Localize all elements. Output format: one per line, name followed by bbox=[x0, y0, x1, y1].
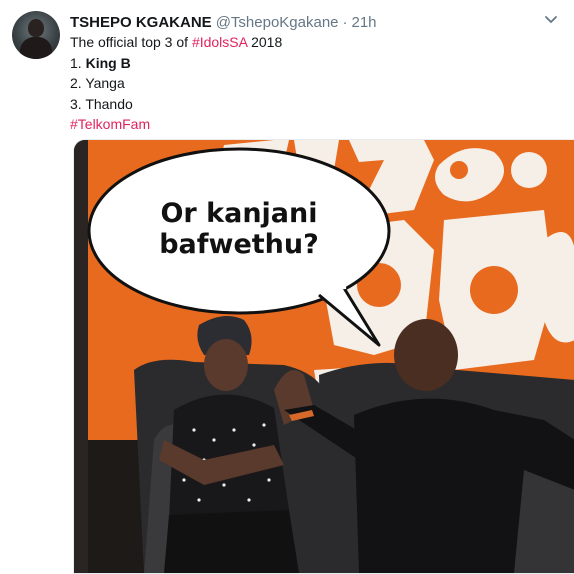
ranking-item-1: 1. King B bbox=[70, 53, 550, 74]
author-handle[interactable]: @TshepoKgakane bbox=[216, 14, 339, 31]
ranking-number: 2. bbox=[70, 75, 86, 91]
ranking-item-2: 2. Yanga bbox=[70, 73, 550, 94]
tweet-line-intro: The official top 3 of #IdolsSA 2018 bbox=[70, 32, 550, 53]
tweet-text: The official top 3 of #IdolsSA 2018 1. K… bbox=[70, 32, 550, 135]
ranking-item-3: 3. Thando bbox=[70, 94, 550, 115]
meme-photo bbox=[74, 140, 574, 573]
avatar-torso bbox=[20, 37, 52, 59]
separator-dot: · bbox=[342, 13, 348, 31]
tweet-media-image[interactable]: Or kanjani bafwethu? bbox=[73, 139, 574, 574]
avatar-head bbox=[28, 19, 44, 37]
avatar[interactable] bbox=[12, 11, 60, 59]
ranking-number: 3. bbox=[70, 95, 86, 112]
tweet-timestamp[interactable]: 21h bbox=[352, 14, 377, 31]
ranking-name: Thando bbox=[85, 95, 133, 112]
tweet-line-closing: #TelkomFam bbox=[70, 114, 550, 135]
intro-text: The official top 3 of bbox=[70, 34, 192, 50]
ranking-name: Yanga bbox=[85, 75, 125, 91]
hashtag-telkomfam[interactable]: #TelkomFam bbox=[70, 116, 150, 132]
tweet-header: TSHEPO KGAKANE @TshepoKgakane · 21h bbox=[70, 12, 377, 32]
chevron-down-icon[interactable] bbox=[544, 15, 558, 25]
intro-year: 2018 bbox=[247, 34, 283, 50]
author-name[interactable]: TSHEPO KGAKANE bbox=[70, 14, 212, 31]
ranking-number: 1. bbox=[70, 54, 86, 71]
ranking-name: King B bbox=[85, 54, 131, 71]
hashtag-idolssa[interactable]: #IdolsSA bbox=[192, 34, 247, 50]
